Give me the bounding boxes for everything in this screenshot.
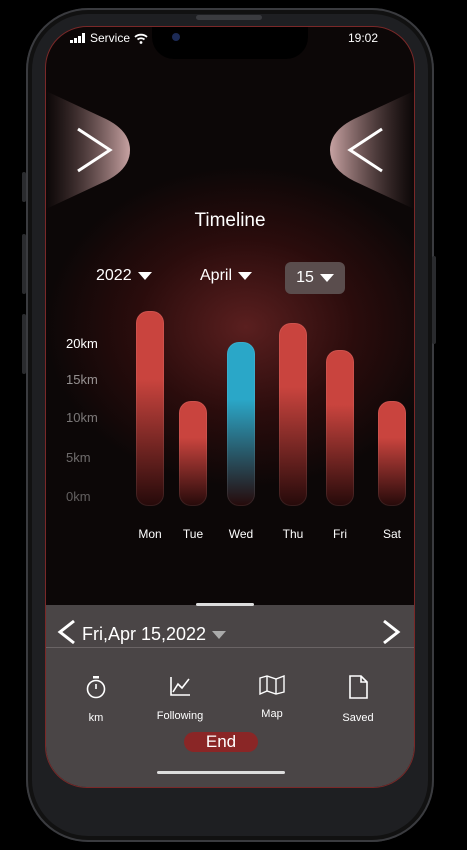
next-day-button[interactable] <box>380 619 402 648</box>
toolbar-saved[interactable]: Saved <box>323 675 393 724</box>
y-tick-label: 5km <box>66 450 91 465</box>
toolbar-label: Saved <box>342 712 374 724</box>
date-nav: Fri,Apr 15,2022 <box>46 603 414 648</box>
wifi-icon <box>134 33 148 44</box>
status-left: Service <box>70 31 148 45</box>
map-icon <box>259 674 285 696</box>
bar-mon[interactable] <box>136 311 164 506</box>
caret-down-icon <box>319 274 334 282</box>
document-icon <box>349 675 368 699</box>
prev-week-button[interactable] <box>330 91 414 209</box>
x-tick-label: Mon <box>138 527 162 541</box>
month-select[interactable]: April <box>200 267 253 285</box>
bar-tue[interactable] <box>179 400 207 506</box>
toolbar-map[interactable]: Map <box>237 674 307 720</box>
chevron-right-icon <box>383 619 401 645</box>
mute-switch <box>22 172 26 202</box>
chevron-left-icon <box>57 619 75 645</box>
bar-thu[interactable] <box>279 322 307 506</box>
drag-handle[interactable] <box>196 603 254 606</box>
toolbar-label: Following <box>156 710 204 722</box>
y-tick-label: 20km <box>66 336 98 351</box>
y-tick-label: 15km <box>66 372 98 387</box>
y-tick-label: 0km <box>66 489 91 504</box>
camera-dot <box>172 33 180 41</box>
year-value: 2022 <box>96 267 132 284</box>
clock: 19:02 <box>347 31 378 45</box>
bar-sat[interactable] <box>378 400 406 506</box>
x-tick-label: Tue <box>182 527 204 541</box>
date-select[interactable]: Fri,Apr 15,2022 <box>82 624 227 645</box>
x-tick-label: Fri <box>333 527 347 541</box>
toolbar-label: km <box>88 712 104 724</box>
volume-up-button <box>22 234 26 294</box>
signal-icon <box>70 33 85 43</box>
x-tick-label: Sat <box>382 527 402 541</box>
caret-down-icon <box>212 630 227 639</box>
end-button[interactable]: End <box>184 732 258 752</box>
y-tick-label: 10km <box>66 410 98 425</box>
chart-line-icon <box>170 677 190 696</box>
page-title: Timeline <box>194 210 266 231</box>
bar-wed[interactable] <box>227 342 255 506</box>
toolbar-following[interactable]: Following <box>145 675 215 722</box>
screen: Service 19:02 Timeline 2022 April 15 20k… <box>45 26 415 788</box>
toolbar-label: Map <box>261 708 283 720</box>
next-week-button[interactable] <box>46 91 130 209</box>
x-tick-label: Wed <box>228 527 254 541</box>
bottom-panel: Fri,Apr 15,2022 km Following Map Saved E… <box>46 603 414 787</box>
caret-down-icon <box>137 272 152 280</box>
day-value: 15 <box>296 269 314 286</box>
day-select[interactable]: 15 <box>285 262 345 294</box>
carrier-label: Service <box>90 31 131 45</box>
month-value: April <box>200 267 233 284</box>
notch <box>152 27 308 59</box>
date-value: Fri,Apr 15,2022 <box>82 624 207 644</box>
volume-down-button <box>22 314 26 374</box>
stopwatch-icon <box>86 676 106 699</box>
toolbar-km[interactable]: km <box>61 675 131 724</box>
prev-day-button[interactable] <box>56 619 78 648</box>
speaker <box>196 15 262 20</box>
bar-fri[interactable] <box>326 350 354 506</box>
power-button <box>432 256 436 344</box>
caret-down-icon <box>238 272 253 280</box>
x-tick-label: Thu <box>282 527 304 541</box>
home-indicator <box>157 771 285 774</box>
year-select[interactable]: 2022 <box>96 267 152 285</box>
